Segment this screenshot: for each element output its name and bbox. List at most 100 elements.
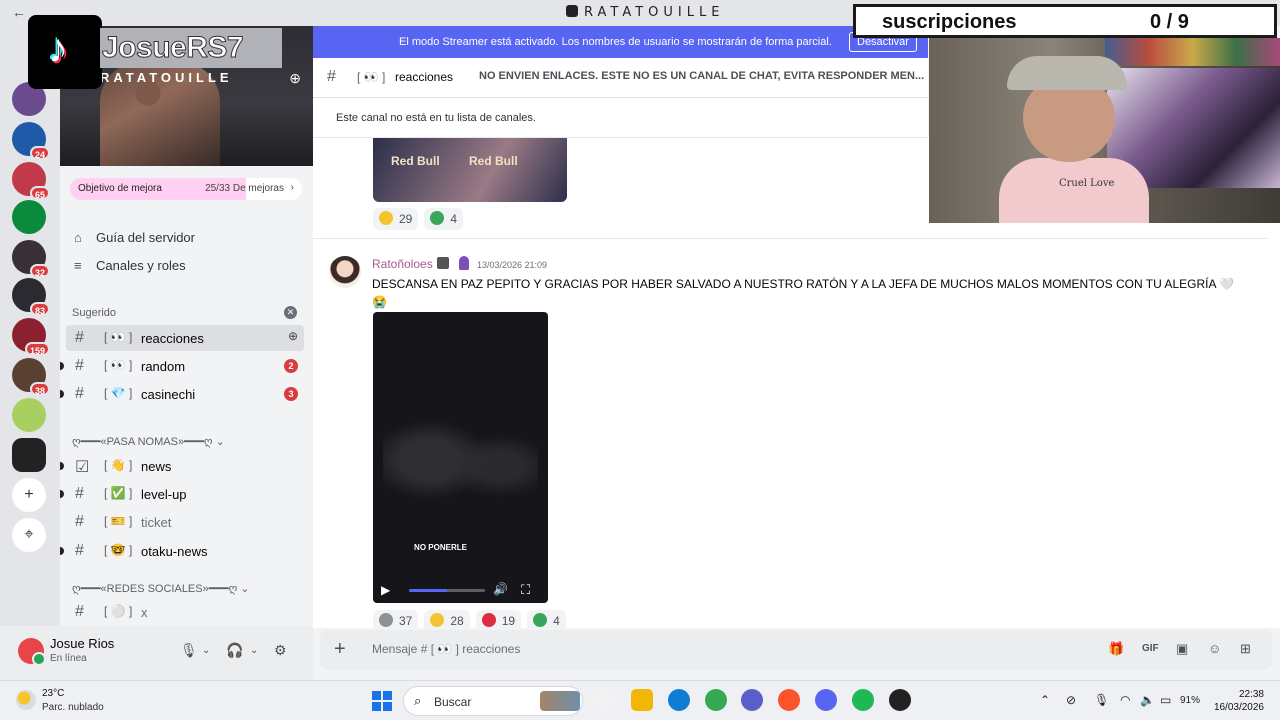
channel-otaku-news[interactable]: # [ 🤓 ] otaku-news [60, 538, 304, 564]
chevron-up-icon[interactable]: ⌃ [1040, 693, 1050, 707]
avatar[interactable] [329, 256, 361, 288]
chevron-down-icon[interactable]: ⌄ [250, 645, 258, 656]
taskbar-app-icon[interactable] [668, 689, 690, 711]
message-timestamp: 13/03/2026 21:09 [477, 260, 548, 270]
app-logo-icon [566, 5, 578, 17]
taskbar-app-icon[interactable] [593, 689, 615, 711]
taskbar-app-icon[interactable] [631, 689, 653, 711]
server-icon[interactable]: 32 [12, 240, 50, 278]
windows-start-icon[interactable] [372, 691, 392, 711]
gif-icon[interactable]: GIF [1142, 643, 1159, 654]
fullscreen-icon[interactable]: ⛶ [521, 582, 530, 598]
channel-casinechi[interactable]: # [ 💎 ] casinechi 3 [60, 381, 304, 407]
channel-topic[interactable]: NO ENVIEN ENLACES. ESTE NO ES UN CANAL D… [479, 70, 924, 82]
gift-icon[interactable]: 🎁 [1108, 641, 1124, 657]
boost-goal-count: 25/33 De mejoras [205, 183, 284, 194]
server-icon[interactable]: 83 [12, 278, 50, 316]
channel-reacciones[interactable]: # [ 👀 ] reacciones ⊕ [66, 325, 304, 351]
previous-image-attachment[interactable]: Red Bull Red Bull [373, 138, 567, 202]
channel-ticket[interactable]: # [ 🎫 ] ticket [66, 509, 304, 535]
emoji-icon[interactable]: ☺ [1208, 641, 1221, 656]
channel-level-up[interactable]: # [ ✅ ] level-up [60, 481, 304, 507]
taskbar-app-icon[interactable] [889, 689, 911, 711]
subscriptions-count: 0 / 9 [1150, 11, 1189, 33]
reaction-button[interactable]: 19 [475, 610, 522, 628]
taskbar-app-icon[interactable] [705, 689, 727, 711]
battery-icon[interactable]: ▭ [1160, 693, 1171, 707]
channel-x[interactable]: # [ ⚪ ] x [66, 599, 304, 625]
play-icon[interactable]: ▶ [381, 583, 390, 597]
server-icon[interactable]: 65 [12, 162, 50, 200]
location-off-icon[interactable]: ⊘ [1066, 693, 1076, 707]
message-composer[interactable]: + Mensaje # [ 👀 ] reacciones 🎁 GIF ▣ ☺ ⊞ [320, 630, 1272, 670]
server-name[interactable]: RATATOUILLE [100, 70, 233, 85]
channels-roles-link[interactable]: ≡ Canales y roles [74, 258, 186, 280]
reaction-button[interactable]: 4 [527, 610, 566, 628]
taskbar-app-icon[interactable] [778, 689, 800, 711]
notice-text: Este canal no está en tu lista de canale… [336, 112, 536, 124]
user-name[interactable]: Josue Rios [50, 636, 114, 651]
video-seek-bar[interactable] [409, 589, 485, 592]
channel-name: otaku-news [141, 544, 208, 559]
weather-temperature[interactable]: 23°C [42, 688, 64, 699]
streamer-cap [1007, 56, 1127, 90]
chevron-right-icon: › [290, 182, 294, 193]
taskbar-app-icon[interactable] [741, 689, 763, 711]
apps-icon[interactable]: ⊞ [1240, 641, 1251, 657]
music-note-icon: ♪ [48, 27, 68, 71]
server-icon[interactable] [12, 200, 46, 234]
taskbar-app-icon[interactable] [815, 689, 837, 711]
hash-icon: # [75, 485, 84, 502]
server-icon[interactable] [12, 398, 46, 432]
reaction-button[interactable]: 29 [373, 208, 419, 230]
reaction-count: 4 [553, 614, 560, 628]
headphones-icon[interactable]: 🎧 [226, 642, 243, 659]
taskbar-search[interactable]: ⌕ Buscar [403, 686, 583, 716]
system-clock[interactable]: 22:38 16/03/2026 [1212, 688, 1264, 714]
channel-name: level-up [141, 487, 187, 502]
gear-icon[interactable]: ⚙ [274, 642, 287, 659]
reaction-emoji-icon [533, 613, 548, 627]
close-icon[interactable]: ✕ [284, 306, 297, 319]
invite-people-icon[interactable]: ⊕ [289, 70, 301, 87]
unread-indicator [60, 362, 64, 370]
server-icon[interactable]: 38 [12, 358, 50, 396]
boost-goal-bar[interactable]: Objetivo de mejora 25/33 De mejoras › [70, 178, 302, 200]
avatar[interactable] [18, 638, 46, 666]
reaction-button[interactable]: 37 [373, 610, 419, 628]
message-author[interactable]: Ratoñoloes [372, 257, 433, 271]
server-icon[interactable]: 24 [12, 122, 50, 160]
streamer-person: Cruel Love [999, 56, 1149, 223]
previous-reactions: 29 4 [373, 208, 469, 234]
reaction-button[interactable]: 28 [424, 610, 470, 628]
speaker-icon[interactable]: 🔈 [1140, 693, 1155, 707]
microphone-icon[interactable]: 🎙 [180, 642, 198, 659]
weather-icon[interactable] [16, 690, 36, 710]
category-pasa-nomas[interactable]: ღ━━━«PASA NOMAS»━━━ღ ⌄ [72, 435, 225, 448]
chevron-down-icon[interactable]: ⌄ [202, 645, 210, 656]
reaction-button[interactable]: 4 [424, 208, 464, 230]
server-guide-link[interactable]: ⌂ Guía del servidor [74, 230, 195, 252]
reaction-emoji-icon [481, 613, 496, 627]
add-member-icon[interactable]: ⊕ [288, 329, 298, 343]
add-attachment-icon[interactable]: + [334, 638, 346, 661]
subscriptions-label: suscripciones [882, 11, 1017, 33]
taskbar-app-icon[interactable] [852, 689, 874, 711]
server-badge: 38 [29, 382, 50, 396]
discover-icon[interactable]: ⌖ [12, 518, 46, 552]
server-icon[interactable] [12, 438, 46, 472]
category-redes-sociales[interactable]: ღ━━━«REDES SOCIALES»━━━ღ ⌄ [72, 582, 250, 595]
add-server-icon[interactable]: + [12, 478, 46, 512]
volume-icon[interactable]: 🔊 [493, 582, 508, 596]
message-input[interactable]: Mensaje # [ 👀 ] reacciones [372, 642, 520, 656]
microphone-icon[interactable]: 🎙 [1094, 693, 1109, 707]
channel-random[interactable]: # [ 👀 ] random 2 [60, 353, 304, 379]
channel-news[interactable]: ☑ [ 👋 ] news [60, 453, 304, 479]
wifi-icon[interactable]: ◠ [1120, 693, 1130, 707]
back-arrow-icon[interactable]: ← [12, 4, 26, 20]
sticker-icon[interactable]: ▣ [1176, 641, 1188, 657]
reaction-count: 4 [450, 212, 458, 226]
video-attachment[interactable]: NO PONERLE ▶ 🔊 ⛶ [373, 312, 548, 603]
server-icon[interactable]: 159 [12, 318, 50, 356]
weather-description[interactable]: Parc. nublado [42, 702, 104, 713]
